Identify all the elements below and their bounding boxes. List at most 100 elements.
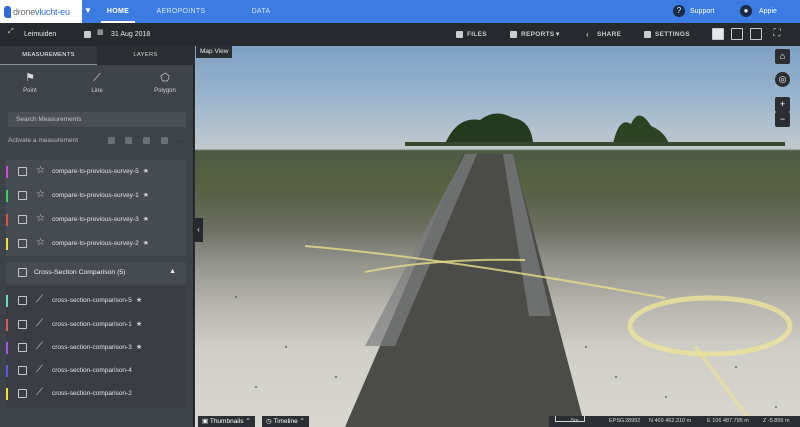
- delete-icon[interactable]: [161, 137, 168, 144]
- measurement-label: compare-to-previous-survey-2 ★: [52, 232, 149, 256]
- nav-tab-data-processing[interactable]: DATA PROCESSING: [228, 0, 294, 38]
- epsg-label: EPSG: [609, 418, 625, 424]
- search-measurements-input[interactable]: Search Measurements: [8, 112, 186, 127]
- color-stripe: [6, 190, 8, 202]
- star-outline-icon: ☆: [36, 213, 45, 224]
- favorite-star-icon[interactable]: ★: [136, 344, 142, 351]
- share-button[interactable]: SHARE: [597, 23, 621, 46]
- favorite-star-icon[interactable]: ★: [136, 297, 142, 304]
- compass-icon[interactable]: ◎: [775, 72, 790, 87]
- measurement-checkbox[interactable]: [18, 167, 27, 176]
- east-coordinate: E 106 487.795 m: [707, 418, 749, 424]
- measurement-row-1[interactable]: ☆ compare-to-previous-survey-5 ★: [6, 160, 186, 184]
- point-tool-label: Point: [23, 88, 37, 94]
- sidebar-tabs: MEASUREMENTS LAYERS: [0, 46, 194, 65]
- chevron-down-icon[interactable]: ▼: [84, 6, 92, 15]
- measurement-row-4[interactable]: ☆ compare-to-previous-survey-2 ★: [6, 232, 186, 256]
- polygon-tool[interactable]: ⬠ Polygon: [135, 68, 195, 100]
- thumbnails-toggle[interactable]: ▣ Thumbnails ⌃: [198, 416, 255, 427]
- help-icon[interactable]: ?: [673, 5, 685, 17]
- expand-icon[interactable]: ⤢: [8, 28, 15, 35]
- cross-section-row-2[interactable]: ⟋ cross-section-comparison-1 ★: [6, 313, 186, 337]
- cross-section-row-3[interactable]: ⟋ cross-section-comparison-3 ★: [6, 336, 186, 360]
- line-icon: ⟋: [36, 341, 43, 352]
- more-icon[interactable]: …: [178, 134, 185, 141]
- support-link[interactable]: Support: [690, 0, 715, 23]
- fullscreen-icon[interactable]: ⛶: [771, 28, 783, 40]
- cross-section-row-5[interactable]: ⟋ cross-section-comparison-2: [6, 382, 186, 406]
- user-name[interactable]: Appie: [759, 0, 777, 23]
- layout-sidebar-icon[interactable]: [750, 28, 762, 40]
- favorite-star-icon[interactable]: ★: [143, 216, 149, 223]
- cross-section-row-4[interactable]: ⟋ cross-section-comparison-4: [6, 359, 186, 383]
- logo-suffix: vlucht-eu: [35, 6, 70, 17]
- favorite-star-icon[interactable]: ★: [143, 240, 149, 247]
- cross-section-row-1[interactable]: ⟋ cross-section-comparison-5 ★: [6, 289, 186, 313]
- files-button[interactable]: FILES: [467, 23, 487, 46]
- location-name[interactable]: Leimuiden: [24, 23, 56, 46]
- measurement-label: cross-section-comparison-4: [52, 367, 132, 374]
- measurement-checkbox[interactable]: [18, 191, 27, 200]
- line-icon: ⟋: [36, 387, 43, 398]
- download-icon[interactable]: [143, 137, 150, 144]
- chevron-up-icon[interactable]: ▲: [169, 268, 176, 275]
- settings-button[interactable]: SETTINGS: [655, 23, 690, 46]
- zoom-out-icon[interactable]: −: [775, 112, 790, 127]
- measurement-checkbox[interactable]: [18, 366, 27, 375]
- favorite-star-icon[interactable]: ★: [143, 168, 149, 175]
- reports-button[interactable]: REPORTS: [521, 23, 555, 46]
- z-coordinate: Z -5.855 m: [763, 418, 790, 424]
- measurement-checkbox[interactable]: [18, 320, 27, 329]
- measurement-line: [693, 344, 757, 427]
- group-checkbox[interactable]: [18, 268, 27, 277]
- reports-chevron-icon[interactable]: ▾: [556, 23, 560, 46]
- collapse-sidebar-icon[interactable]: ‹: [194, 218, 203, 242]
- favorite-star-icon[interactable]: ★: [143, 192, 149, 199]
- color-stripe: [6, 365, 8, 377]
- measurement-checkbox[interactable]: [18, 296, 27, 305]
- layers-icon: [84, 31, 91, 38]
- logo-prefix: drone: [13, 6, 36, 17]
- measurement-row-3[interactable]: ☆ compare-to-previous-survey-3 ★: [6, 208, 186, 232]
- point-cloud-viewport[interactable]: [195, 46, 800, 427]
- line-tool[interactable]: ⟋ Line: [67, 68, 127, 100]
- line-icon: ⟋: [36, 318, 43, 329]
- group-label: Cross-Section Comparison (5): [34, 269, 126, 276]
- tab-measurements[interactable]: MEASUREMENTS: [0, 46, 97, 65]
- color-stripe: [6, 388, 8, 400]
- share-measure-icon[interactable]: [125, 137, 132, 144]
- survey-date[interactable]: 31 Aug 2018: [111, 23, 150, 46]
- user-avatar-icon[interactable]: ●: [740, 5, 752, 17]
- measurement-row-2[interactable]: ☆ compare-to-previous-survey-1 ★: [6, 184, 186, 208]
- copy-icon[interactable]: [108, 137, 115, 144]
- scale-label: 5m: [571, 418, 579, 424]
- measurement-name: cross-section-comparison-5: [52, 297, 132, 304]
- color-stripe: [6, 295, 8, 307]
- calendar-icon: ▦: [97, 29, 104, 36]
- dronevlucht-logo[interactable]: dronevlucht-eu: [0, 0, 82, 23]
- measurement-ellipse: [627, 295, 793, 357]
- top-navigation-bar: dronevlucht-eu ▼ HOME AEROPOINTS DATA PR…: [0, 0, 800, 38]
- tab-layers[interactable]: LAYERS: [97, 46, 194, 65]
- layout-single-icon[interactable]: [712, 28, 724, 40]
- measurement-checkbox[interactable]: [18, 389, 27, 398]
- measurement-checkbox[interactable]: [18, 343, 27, 352]
- measurement-label: cross-section-comparison-1 ★: [52, 313, 142, 337]
- measurement-checkbox[interactable]: [18, 215, 27, 224]
- timeline-toggle[interactable]: ◷ Timeline ⌃: [262, 416, 309, 427]
- nav-tab-home[interactable]: HOME: [101, 0, 135, 23]
- favorite-star-icon[interactable]: ★: [136, 321, 142, 328]
- files-icon: [456, 31, 463, 38]
- point-tool[interactable]: ⚑ Point: [0, 68, 60, 100]
- cross-section-group-header[interactable]: Cross-Section Comparison (5) ▲: [6, 262, 186, 284]
- measurement-name: compare-to-previous-survey-1: [52, 192, 139, 199]
- measurement-name: cross-section-comparison-3: [52, 344, 132, 351]
- nav-tab-aeropoints[interactable]: AEROPOINTS: [156, 0, 206, 23]
- measurement-checkbox[interactable]: [18, 239, 27, 248]
- epsg-code: 28992: [625, 418, 641, 424]
- measurement-name: compare-to-previous-survey-2: [52, 240, 139, 247]
- home-icon[interactable]: ⌂: [775, 49, 790, 64]
- zoom-in-icon[interactable]: +: [775, 97, 790, 112]
- layout-split-icon[interactable]: [731, 28, 743, 40]
- line-icon: ⟋: [36, 364, 43, 375]
